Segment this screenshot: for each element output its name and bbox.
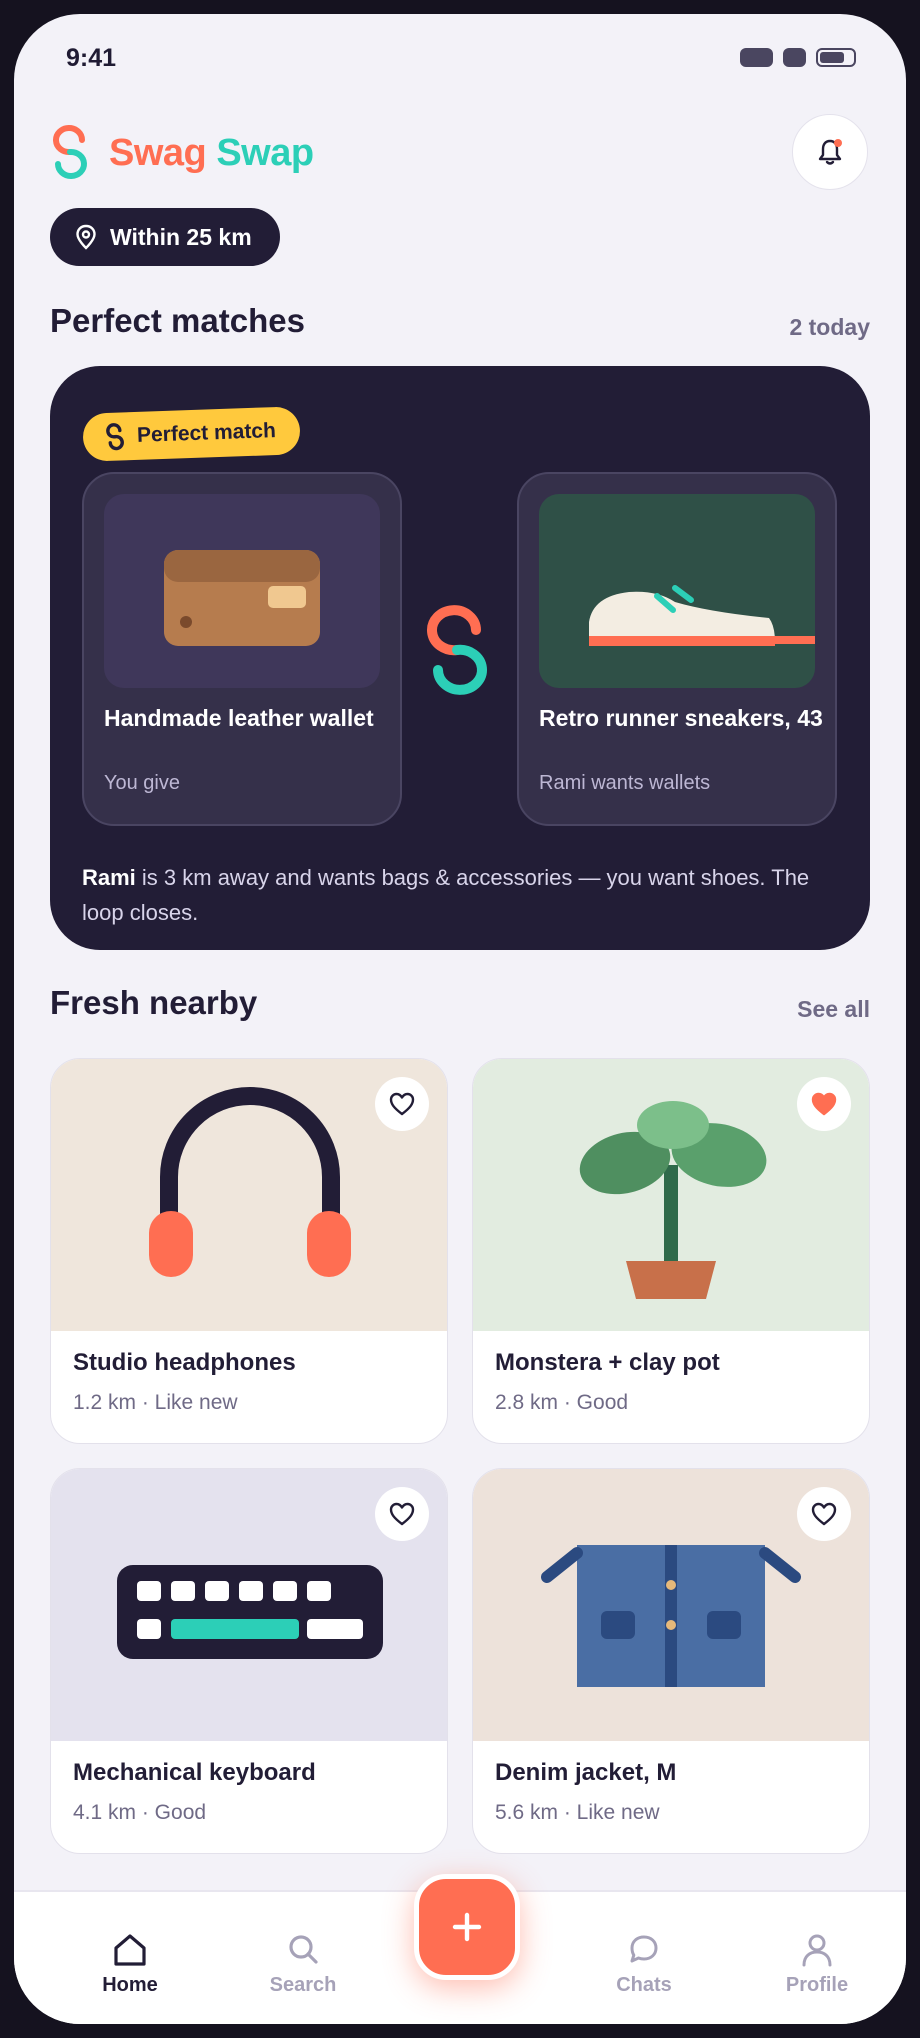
nav-chats-label: Chats <box>616 1974 672 1996</box>
match-user-name: Rami <box>82 865 136 890</box>
listing-card[interactable]: Denim jacket, M 5.6 km · Like new <box>472 1468 870 1854</box>
listing-title: Monstera + clay pot <box>495 1349 720 1376</box>
app-header: Swag Swap <box>50 114 870 194</box>
get-item-title: Retro runner sneakers, 43 <box>539 705 823 731</box>
nav-profile-label: Profile <box>785 1974 849 1996</box>
distance-filter-chip[interactable]: Within 25 km <box>50 208 280 266</box>
chat-bubble-icon <box>630 1935 658 1963</box>
get-item-subtitle: Rami wants wallets <box>539 772 711 794</box>
match-description: Rami is 3 km away and wants bags & acces… <box>82 860 842 930</box>
phone-screen: 9:41 Swag Swap Within 25 km Perfect matc… <box>14 14 906 2024</box>
nav-chats[interactable]: Chats <box>574 1932 714 1997</box>
profile-icon <box>802 1934 832 1967</box>
heart-icon <box>811 1502 837 1526</box>
sneakers-image <box>539 494 825 688</box>
app-title: Swag Swap <box>109 132 314 175</box>
listing-card[interactable]: Mechanical keyboard 4.1 km · Good <box>50 1468 448 1854</box>
listing-meta: 1.2 km · Like new <box>73 1391 238 1414</box>
swap-link-icon <box>427 605 487 695</box>
perfect-match-card[interactable]: Perfect match Handmade leather wallet Yo… <box>50 366 870 950</box>
listing-card[interactable]: Monstera + clay pot 2.8 km · Good <box>472 1058 870 1444</box>
perfect-matches-title: Perfect matches <box>50 302 305 339</box>
wifi-icon <box>783 48 806 67</box>
wallet-illustration <box>164 550 320 646</box>
favorite-button[interactable] <box>375 1487 429 1541</box>
favorite-button[interactable] <box>797 1487 851 1541</box>
notifications-button[interactable] <box>792 114 868 190</box>
bell-icon <box>818 139 842 165</box>
heart-icon <box>389 1502 415 1526</box>
give-item-title: Handmade leather wallet <box>104 705 374 731</box>
listing-title: Denim jacket, M <box>495 1759 677 1786</box>
nav-search-label: Search <box>269 1974 337 1996</box>
logo-icon <box>53 125 87 179</box>
listing-meta: 5.6 km · Like new <box>495 1801 660 1824</box>
perfect-matches-count: 2 today <box>789 314 870 340</box>
home-icon <box>114 1934 146 1966</box>
status-icons <box>740 48 856 67</box>
distance-filter-label: Within 25 km <box>110 223 252 250</box>
wallet-image <box>104 494 380 688</box>
status-bar: 9:41 <box>14 14 906 104</box>
favorite-button[interactable] <box>797 1077 851 1131</box>
favorite-button[interactable] <box>375 1077 429 1131</box>
give-item-card[interactable]: Handmade leather wallet You give <box>82 472 402 826</box>
listing-title: Mechanical keyboard <box>73 1759 316 1786</box>
app-title-part1: Swag <box>109 132 207 174</box>
nav-profile[interactable]: Profile <box>747 1932 887 1997</box>
signal-icon <box>740 48 773 67</box>
battery-icon <box>816 48 856 67</box>
get-item-card[interactable]: Retro runner sneakers, 43 Rami wants wal… <box>517 472 837 826</box>
sneaker-illustration <box>589 585 825 646</box>
listing-meta: 4.1 km · Good <box>73 1801 207 1824</box>
perfect-match-badge-label: Perfect match <box>136 419 277 447</box>
give-item-subtitle: You give <box>104 772 180 794</box>
search-icon <box>289 1935 318 1964</box>
nav-search[interactable]: Search <box>233 1932 373 1997</box>
heart-icon <box>389 1092 415 1116</box>
match-description-text: is 3 km away and wants bags & accessorie… <box>82 865 810 925</box>
app-title-part2: Swap <box>216 132 314 174</box>
swap-link-icon <box>106 423 124 451</box>
plus-icon <box>452 1912 482 1942</box>
add-listing-button[interactable] <box>414 1874 520 1980</box>
heart-filled-icon <box>811 1092 837 1116</box>
status-time: 9:41 <box>66 44 117 72</box>
perfect-match-badge: Perfect match <box>82 406 301 462</box>
nav-home-label: Home <box>102 1974 158 1996</box>
location-pin-icon <box>76 224 96 250</box>
listing-meta: 2.8 km · Good <box>495 1391 629 1414</box>
nav-home[interactable]: Home <box>60 1932 200 1997</box>
listing-title: Studio headphones <box>73 1349 296 1376</box>
see-all-link[interactable]: See all <box>797 996 870 1023</box>
listing-card[interactable]: Studio headphones 1.2 km · Like new <box>50 1058 448 1444</box>
fresh-nearby-title: Fresh nearby <box>50 984 258 1021</box>
